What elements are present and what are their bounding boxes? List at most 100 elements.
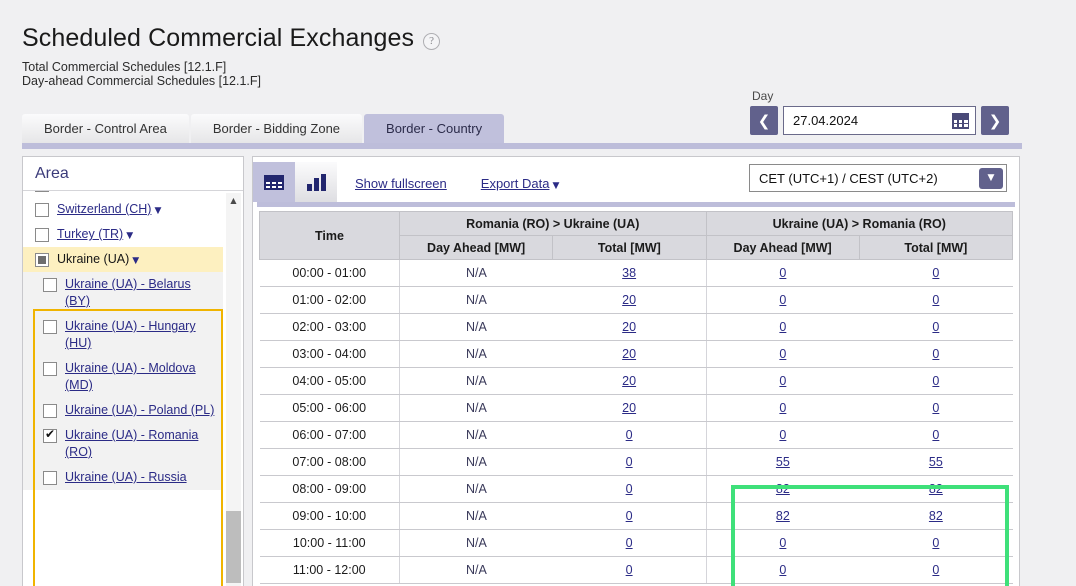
sidebar-item-switzerland-ch[interactable]: Switzerland (CH) ▼ (23, 197, 223, 222)
show-fullscreen-link[interactable]: Show fullscreen (355, 176, 447, 191)
value-link[interactable]: 20 (622, 320, 636, 334)
sidebar-item-label[interactable]: Ukraine (UA) - Poland (PL) (65, 403, 214, 417)
cell-c4: 0 (859, 556, 1013, 584)
chevron-up-icon[interactable]: ▲ (226, 193, 241, 208)
value-link[interactable]: 82 (776, 509, 790, 523)
sidebar-item-label[interactable]: Ukraine (UA) - Russia (65, 470, 187, 484)
value-link[interactable]: 0 (779, 536, 786, 550)
value-link[interactable]: 0 (779, 266, 786, 280)
checkbox[interactable] (43, 278, 57, 292)
value-link[interactable]: 82 (929, 482, 943, 496)
tab-border-control-area[interactable]: Border - Control Area (22, 114, 189, 143)
calendar-icon[interactable] (952, 112, 969, 129)
chevron-right-icon[interactable]: ❯ (981, 106, 1009, 135)
subtitle-dayahead-schedules: Day-ahead Commercial Schedules [12.1.F] (22, 74, 262, 88)
value-link[interactable]: 55 (929, 455, 943, 469)
value-link[interactable]: 0 (932, 536, 939, 550)
value-link[interactable]: 0 (932, 374, 939, 388)
cell-c2: 20 (552, 394, 707, 422)
cell-time: 05:00 - 06:00 (259, 394, 400, 422)
sidebar-item-ukraine-ua-russia[interactable]: Ukraine (UA) - Russia (23, 465, 223, 490)
cell-c3: 0 (706, 313, 860, 341)
value-link[interactable]: 0 (626, 455, 633, 469)
scrollbar-thumb[interactable] (226, 511, 241, 583)
sidebar-item-label[interactable]: Switzerland (CH) (57, 202, 151, 216)
checkbox[interactable] (35, 191, 49, 192)
checkbox[interactable] (43, 362, 57, 376)
sidebar-title: Area (23, 157, 243, 191)
cell-c4: 0 (859, 286, 1013, 314)
value-link[interactable]: 0 (626, 428, 633, 442)
chevron-down-icon[interactable]: ▼ (126, 231, 133, 241)
sidebar-scrollbar[interactable]: ▲ (226, 193, 241, 586)
value-link[interactable]: 0 (779, 428, 786, 442)
chevron-down-icon[interactable]: ▼ (154, 206, 161, 216)
question-mark-icon[interactable]: ? (423, 33, 441, 50)
value-link[interactable]: 0 (932, 266, 939, 280)
value-link[interactable]: 0 (932, 347, 939, 361)
value-na: N/A (465, 428, 487, 442)
export-data-link[interactable]: Export Data ▼ (481, 176, 560, 191)
sidebar-item-label[interactable]: Ukraine (UA) - Moldova (MD) (65, 361, 196, 392)
value-na: N/A (465, 347, 487, 361)
sidebar-item-turkey-tr[interactable]: Turkey (TR) ▼ (23, 222, 223, 247)
tab-chart-view[interactable] (295, 162, 337, 202)
sidebar-item-ukraine-ua[interactable]: Ukraine (UA) ▼ (23, 247, 223, 272)
sidebar-item-ukraine-ua-belarus-by[interactable]: Ukraine (UA) - Belarus (BY) (23, 272, 223, 314)
checkbox[interactable] (35, 253, 49, 267)
value-link[interactable]: 0 (779, 374, 786, 388)
table-row: 10:00 - 11:00 N/A 0 0 0 (259, 529, 1013, 557)
sidebar-item-label[interactable]: Ukraine (UA) - Belarus (BY) (65, 277, 191, 308)
value-link[interactable]: 0 (779, 401, 786, 415)
checkbox[interactable] (35, 203, 49, 217)
sidebar-item-label[interactable]: Ukraine (UA) - Romania (RO) (65, 428, 198, 459)
tab-border-bidding-zone[interactable]: Border - Bidding Zone (190, 114, 363, 143)
cell-c3: 0 (706, 529, 860, 557)
value-link[interactable]: 38 (622, 266, 636, 280)
value-link[interactable]: 0 (779, 563, 786, 577)
value-link[interactable]: 0 (626, 482, 633, 496)
tab-border-country[interactable]: Border - Country (364, 114, 505, 143)
value-link[interactable]: 0 (626, 536, 633, 550)
cell-c3: 0 (706, 394, 860, 422)
value-link[interactable]: 82 (929, 509, 943, 523)
sidebar-item-label[interactable]: Ukraine (UA) - Hungary (HU) (65, 319, 196, 350)
value-na: N/A (465, 320, 487, 334)
sidebar-item-ukraine-ua-poland-pl[interactable]: Ukraine (UA) - Poland (PL) (23, 398, 223, 423)
value-link[interactable]: 0 (626, 509, 633, 523)
value-link[interactable]: 0 (779, 320, 786, 334)
chevron-down-icon[interactable]: ▼ (132, 256, 139, 266)
value-na: N/A (465, 374, 487, 388)
date-input[interactable]: 27.04.2024 (783, 106, 976, 135)
value-link[interactable]: 0 (932, 563, 939, 577)
checkbox[interactable] (43, 404, 57, 418)
sidebar-item-label[interactable]: Turkey (TR) (57, 227, 123, 241)
chevron-left-icon[interactable]: ❮ (750, 106, 778, 135)
value-link[interactable]: 0 (779, 347, 786, 361)
value-link[interactable]: 0 (626, 563, 633, 577)
value-link[interactable]: 20 (622, 374, 636, 388)
value-link[interactable]: 0 (932, 320, 939, 334)
value-link[interactable]: 0 (932, 293, 939, 307)
checkbox[interactable] (35, 228, 49, 242)
value-link[interactable]: 20 (622, 347, 636, 361)
value-link[interactable]: 20 (622, 293, 636, 307)
checkbox[interactable] (43, 471, 57, 485)
sidebar-item-ukraine-ua-romania-ro[interactable]: Ukraine (UA) - Romania (RO) (23, 423, 223, 465)
value-link[interactable]: 55 (776, 455, 790, 469)
value-link[interactable]: 0 (932, 428, 939, 442)
value-link[interactable]: 20 (622, 401, 636, 415)
sidebar-item-ukraine-ua-moldova-md[interactable]: Ukraine (UA) - Moldova (MD) (23, 356, 223, 398)
value-link[interactable]: 82 (776, 482, 790, 496)
timezone-select[interactable]: CET (UTC+1) / CEST (UTC+2) ▼ (749, 164, 1007, 192)
checkbox[interactable] (43, 427, 57, 443)
checkbox[interactable] (43, 320, 57, 334)
sidebar-item-ukraine-ua-hungary-hu[interactable]: Ukraine (UA) - Hungary (HU) (23, 314, 223, 356)
cell-c4: 0 (859, 313, 1013, 341)
chevron-down-icon[interactable]: ▼ (979, 167, 1003, 189)
value-link[interactable]: 0 (779, 293, 786, 307)
panel-toolbar: Show fullscreen Export Data ▼ CET (UTC+1)… (253, 157, 1019, 202)
cell-c3: 0 (706, 421, 860, 449)
value-link[interactable]: 0 (932, 401, 939, 415)
tab-table-view[interactable] (253, 162, 295, 202)
